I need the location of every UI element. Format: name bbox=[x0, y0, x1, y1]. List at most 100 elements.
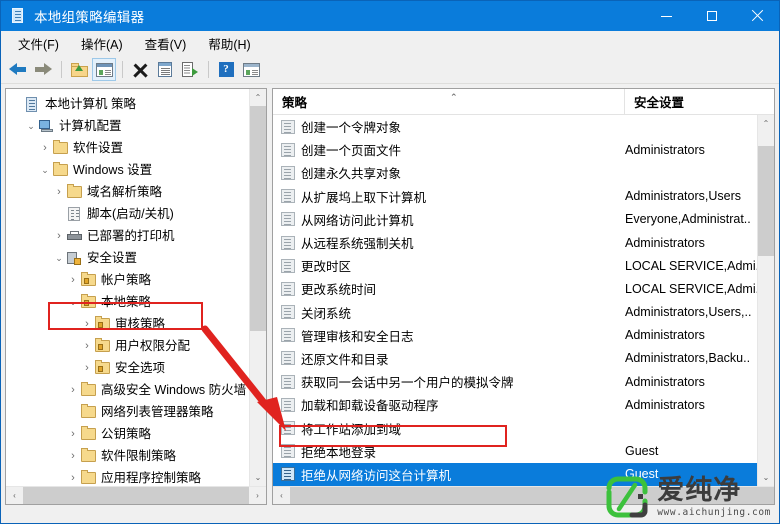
chevron-down-icon[interactable]: ⌄ bbox=[38, 165, 52, 175]
tree-item-12[interactable]: › 安全选项 bbox=[6, 357, 266, 379]
menu-view[interactable]: 查看(V) bbox=[134, 31, 198, 56]
table-row[interactable]: 创建一个页面文件 Administrators bbox=[273, 138, 774, 161]
minimize-button[interactable] bbox=[644, 1, 689, 31]
tree-item-11[interactable]: › 用户权限分配 bbox=[6, 335, 266, 357]
tree-item-5[interactable]: ›脚本(启动/关机) bbox=[6, 203, 266, 225]
list-scroll-thumb[interactable] bbox=[758, 146, 774, 256]
table-row[interactable]: 更改时区 LOCAL SERVICE,Admi.. bbox=[273, 254, 774, 277]
table-row[interactable]: 从扩展坞上取下计算机 Administrators,Users bbox=[273, 185, 774, 208]
policy-rows-area[interactable]: 创建一个令牌对象 创建一个页面文件 Administrators 创建永久共享对象从扩… bbox=[273, 115, 774, 486]
chevron-right-icon[interactable]: › bbox=[52, 186, 66, 198]
delete-button[interactable] bbox=[128, 58, 152, 81]
aichunjing-logo-icon bbox=[605, 475, 649, 519]
help-button[interactable]: ? bbox=[214, 58, 238, 81]
folder-lock-icon bbox=[94, 359, 111, 376]
chevron-right-icon[interactable]: › bbox=[66, 428, 80, 440]
show-action-pane-button[interactable] bbox=[239, 58, 263, 81]
back-button[interactable] bbox=[6, 58, 30, 81]
table-row[interactable]: 从远程系统强制关机 Administrators bbox=[273, 231, 774, 254]
table-row[interactable]: 获取同一会话中另一个用户的模拟令牌 Administrators bbox=[273, 370, 774, 393]
close-button[interactable] bbox=[734, 1, 779, 31]
policy-name-cell: 创建永久共享对象 bbox=[301, 167, 402, 182]
tree-item-10[interactable]: › 审核策略 bbox=[6, 313, 266, 335]
tree-item-2[interactable]: › 软件设置 bbox=[6, 137, 266, 159]
chevron-right-icon[interactable]: › bbox=[66, 384, 80, 396]
properties-button[interactable] bbox=[153, 58, 177, 81]
policy-name-cell: 更改时区 bbox=[301, 260, 352, 275]
toolbar-separator bbox=[61, 61, 62, 78]
table-row[interactable]: 还原文件和目录 Administrators,Backu.. bbox=[273, 347, 774, 370]
tree-scroll-thumb[interactable] bbox=[250, 106, 266, 331]
table-row[interactable]: 关闭系统 Administrators,Users,.. bbox=[273, 301, 774, 324]
folder-icon bbox=[80, 425, 97, 442]
tree-item-8[interactable]: › 帐户策略 bbox=[6, 269, 266, 291]
tree-item-label: 安全设置 bbox=[87, 250, 138, 265]
tree-hscroll-thumb[interactable] bbox=[23, 487, 249, 504]
tree-scroll-right-arrow[interactable]: › bbox=[249, 487, 266, 504]
maximize-icon bbox=[706, 11, 717, 21]
chevron-right-icon[interactable]: › bbox=[80, 362, 94, 374]
security-setting-cell: Administrators bbox=[625, 328, 705, 343]
table-row[interactable]: 管理审核和安全日志 Administrators bbox=[273, 324, 774, 347]
table-row[interactable]: 创建一个令牌对象 bbox=[273, 115, 774, 138]
table-row[interactable]: 更改系统时间 LOCAL SERVICE,Admi.. bbox=[273, 277, 774, 300]
tree-scroll-down-arrow[interactable]: ⌄ bbox=[250, 469, 266, 486]
list-scroll-track[interactable] bbox=[758, 132, 774, 469]
up-level-button[interactable] bbox=[67, 58, 91, 81]
chevron-right-icon[interactable]: › bbox=[66, 450, 80, 462]
chevron-down-icon[interactable]: ⌄ bbox=[66, 297, 80, 307]
table-row[interactable]: 加载和卸载设备驱动程序 Administrators bbox=[273, 393, 774, 416]
table-row[interactable]: 创建永久共享对象 bbox=[273, 161, 774, 184]
export-list-button[interactable] bbox=[178, 58, 202, 81]
security-setting-cell: Administrators bbox=[625, 397, 705, 412]
list-scroll-left-arrow[interactable]: ‹ bbox=[273, 487, 290, 504]
chevron-down-icon[interactable]: ⌄ bbox=[52, 253, 66, 263]
chevron-down-icon[interactable]: ⌄ bbox=[24, 121, 38, 131]
tree-item-13[interactable]: › 高级安全 Windows 防火墙 bbox=[6, 379, 266, 401]
show-hide-console-tree-button[interactable] bbox=[92, 58, 116, 81]
column-header-policy[interactable]: 策略 ⌃ bbox=[273, 89, 625, 114]
list-scroll-up-arrow[interactable]: ⌃ bbox=[758, 115, 774, 132]
tree-scroll-up-arrow[interactable]: ⌃ bbox=[250, 89, 266, 106]
tree-item-9[interactable]: ⌄ 本地策略 bbox=[6, 291, 266, 313]
tree-scroll-area[interactable]: ›本地计算机 策略⌄计算机配置›软件设置⌄Windows 设置 › 域名解析策略 ›脚… bbox=[6, 89, 266, 486]
menu-action[interactable]: 操作(A) bbox=[70, 31, 134, 56]
menu-file[interactable]: 文件(F) bbox=[7, 31, 70, 56]
tree-hscroll-track[interactable] bbox=[23, 487, 249, 504]
tree-item-15[interactable]: › 公钥策略 bbox=[6, 423, 266, 445]
tree-item-14[interactable]: ›网络列表管理器策略 bbox=[6, 401, 266, 423]
tree-item-label: 已部署的打印机 bbox=[87, 228, 175, 243]
list-vertical-scrollbar[interactable]: ⌃ ⌄ bbox=[757, 115, 774, 486]
forward-button[interactable] bbox=[31, 58, 55, 81]
policy-name-cell: 更改系统时间 bbox=[301, 283, 377, 298]
tree-item-7[interactable]: ⌄ 安全设置 bbox=[6, 247, 266, 269]
security-setting-cell: LOCAL SERVICE,Admi.. bbox=[625, 258, 763, 273]
chevron-right-icon[interactable]: › bbox=[66, 274, 80, 286]
tree-horizontal-scrollbar[interactable]: ‹ › bbox=[6, 486, 266, 504]
menu-help[interactable]: 帮助(H) bbox=[197, 31, 261, 56]
tree-item-17[interactable]: › 应用程序控制策略 bbox=[6, 467, 266, 486]
column-header-security-setting[interactable]: 安全设置 bbox=[625, 89, 774, 114]
security-setting-cell: Administrators,Users,.. bbox=[625, 305, 752, 320]
chevron-right-icon[interactable]: › bbox=[66, 472, 80, 484]
tree-item-0[interactable]: ›本地计算机 策略 bbox=[6, 93, 266, 115]
tree-item-16[interactable]: › 软件限制策略 bbox=[6, 445, 266, 467]
table-row[interactable]: 从网络访问此计算机 Everyone,Administrat.. bbox=[273, 208, 774, 231]
tree-item-1[interactable]: ⌄ 计算机配置 bbox=[6, 115, 266, 137]
tree-item-4[interactable]: › 域名解析策略 bbox=[6, 181, 266, 203]
chevron-right-icon[interactable]: › bbox=[38, 142, 52, 154]
console-tree-pane: ›本地计算机 策略⌄计算机配置›软件设置⌄Windows 设置 › 域名解析策略 ›脚… bbox=[5, 88, 267, 505]
table-row[interactable]: 拒绝本地登录 Guest bbox=[273, 440, 774, 463]
tree-scroll-left-arrow[interactable]: ‹ bbox=[6, 487, 23, 504]
maximize-button[interactable] bbox=[689, 1, 734, 31]
table-row[interactable]: 将工作站添加到域 bbox=[273, 416, 774, 439]
chevron-right-icon[interactable]: › bbox=[80, 318, 94, 330]
tree-scroll-track[interactable] bbox=[250, 106, 266, 469]
tree-item-3[interactable]: ⌄ Windows 设置 bbox=[6, 159, 266, 181]
chevron-right-icon[interactable]: › bbox=[52, 230, 66, 242]
policy-icon bbox=[281, 467, 295, 482]
chevron-right-icon[interactable]: › bbox=[80, 340, 94, 352]
tree-vertical-scrollbar[interactable]: ⌃ ⌄ bbox=[249, 89, 266, 486]
tree-item-6[interactable]: › 已部署的打印机 bbox=[6, 225, 266, 247]
tree-item-label: 域名解析策略 bbox=[87, 184, 163, 199]
